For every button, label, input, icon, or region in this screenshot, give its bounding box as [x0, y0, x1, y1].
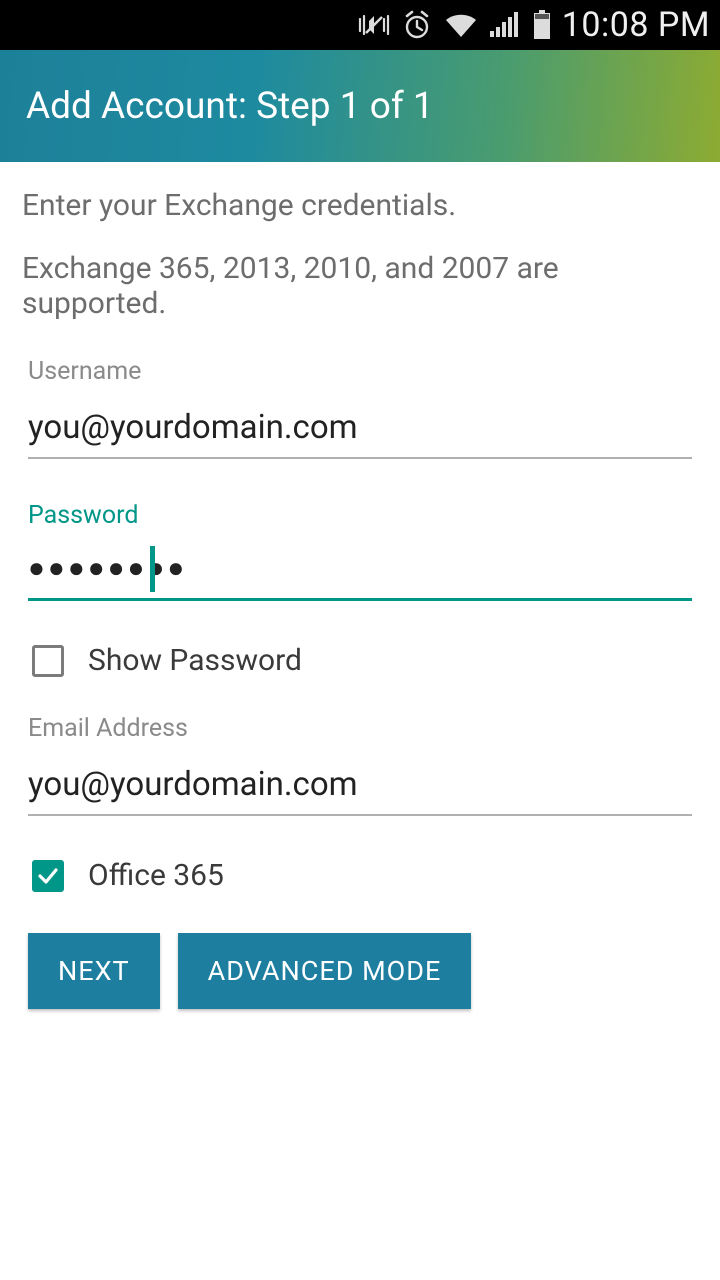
alarm-icon [402, 10, 432, 40]
office365-label: Office 365 [88, 858, 224, 893]
next-button[interactable]: NEXT [28, 933, 160, 1009]
status-bar: 10:08 PM [0, 0, 720, 50]
status-icons [358, 10, 552, 40]
password-masked-value: ●●●●●●●● [28, 548, 692, 601]
wifi-icon [444, 11, 478, 39]
office365-row[interactable]: Office 365 [32, 858, 688, 893]
signal-icon [490, 11, 520, 39]
password-field-group: Password ●●●●●●●● [28, 501, 692, 601]
battery-icon [532, 10, 552, 40]
password-label: Password [28, 501, 692, 530]
username-label: Username [28, 357, 692, 386]
show-password-label: Show Password [88, 643, 302, 678]
show-password-row[interactable]: Show Password [32, 643, 688, 678]
vibrate-mute-icon [358, 11, 390, 39]
username-input[interactable] [28, 404, 692, 459]
password-input[interactable]: ●●●●●●●● [28, 548, 692, 601]
username-field-group: Username [28, 357, 692, 459]
app-bar: Add Account: Step 1 of 1 [0, 50, 720, 162]
email-input[interactable] [28, 761, 692, 816]
office365-checkbox[interactable] [32, 860, 64, 892]
show-password-checkbox[interactable] [32, 645, 64, 677]
text-cursor [150, 546, 155, 592]
advanced-mode-button[interactable]: ADVANCED MODE [178, 933, 472, 1009]
page-title: Add Account: Step 1 of 1 [26, 85, 434, 128]
status-time: 10:08 PM [562, 5, 710, 45]
intro-text-2: Exchange 365, 2013, 2010, and 2007 are s… [22, 251, 698, 321]
email-field-group: Email Address [28, 714, 692, 816]
email-label: Email Address [28, 714, 692, 743]
intro-text-1: Enter your Exchange credentials. [22, 188, 698, 223]
content: Enter your Exchange credentials. Exchang… [0, 162, 720, 1009]
button-row: NEXT ADVANCED MODE [28, 933, 692, 1009]
